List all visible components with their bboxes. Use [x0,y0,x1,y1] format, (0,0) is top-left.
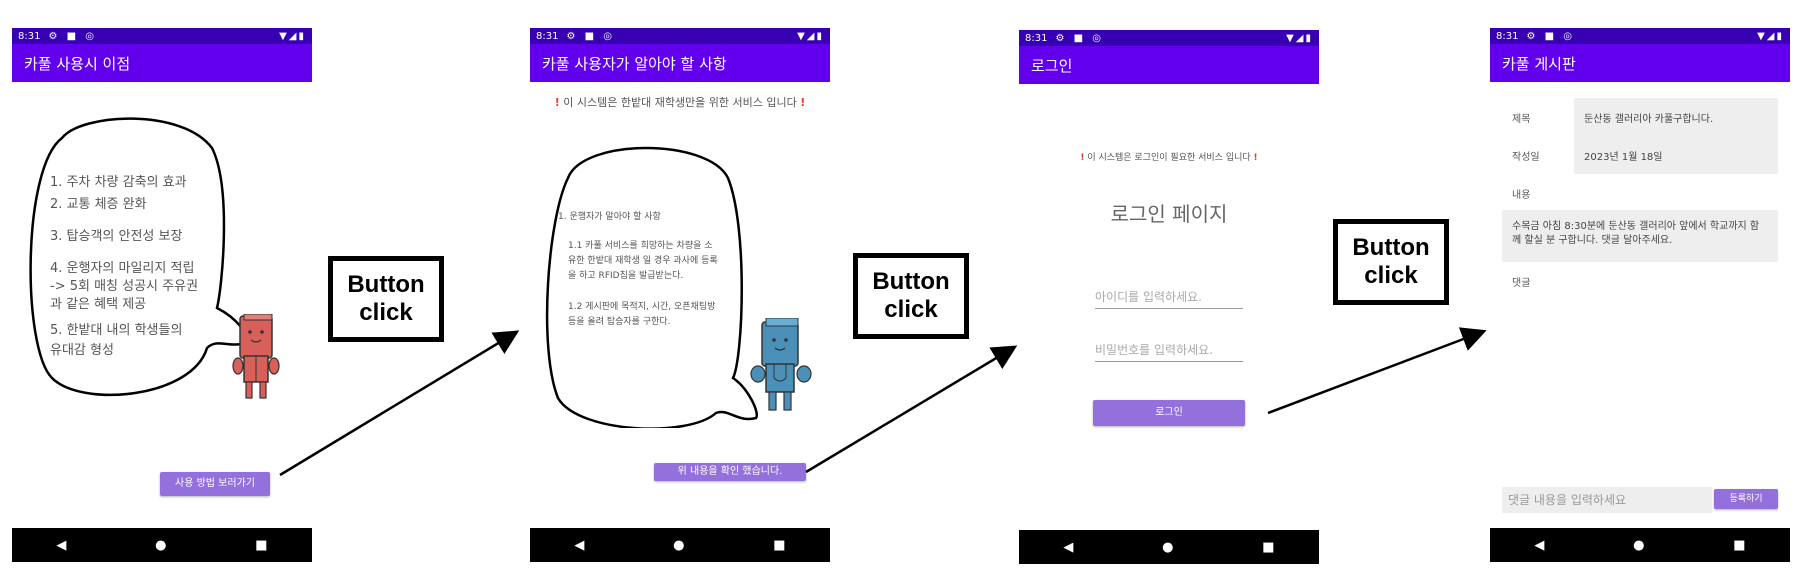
flow-arrow [805,345,1018,474]
flow-arrow [1267,327,1487,415]
flow-arrow [279,330,520,477]
flow-arrows [279,327,1487,477]
